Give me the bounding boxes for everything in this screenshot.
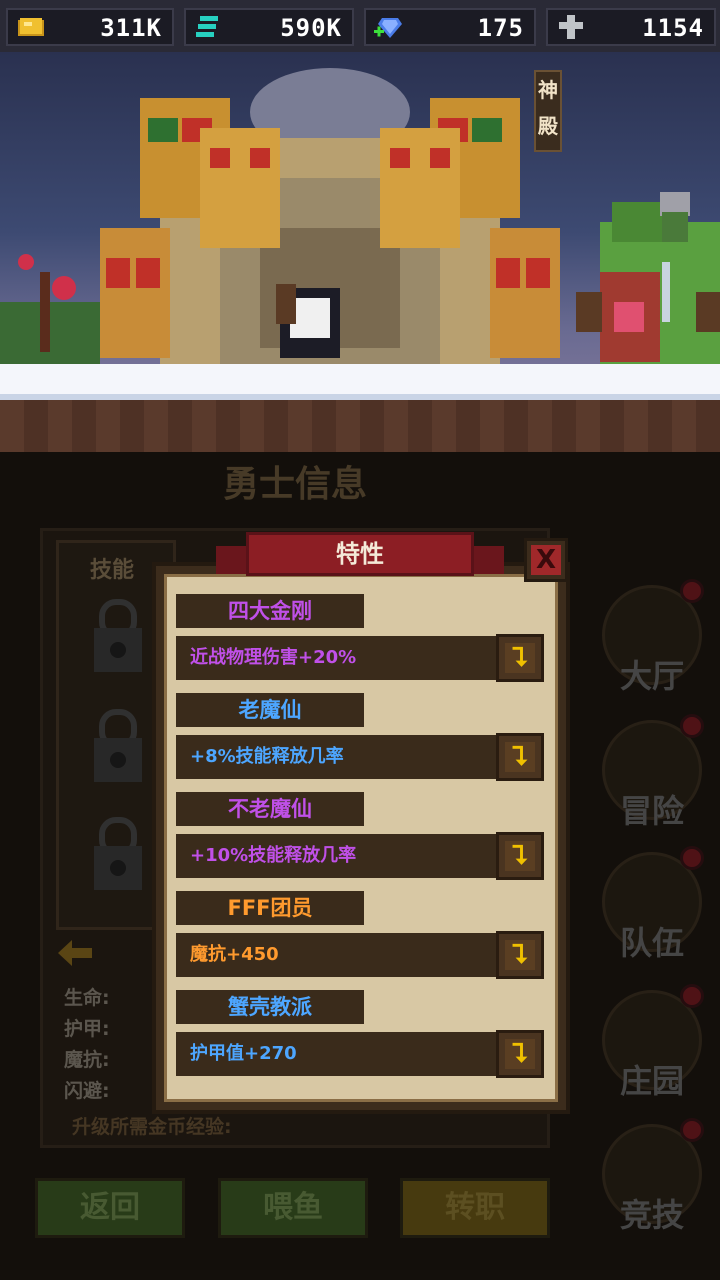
upgrade-icon: ⮧ (505, 841, 535, 871)
trait-description: +10%技能释放几率 (176, 834, 498, 878)
upgrade-icon: ⮧ (505, 643, 535, 673)
close-icon: X (531, 545, 561, 575)
trait-upgrade-button[interactable]: ⮧ (496, 733, 544, 781)
dirt-ground (0, 400, 720, 452)
banner-tail-left (216, 546, 250, 574)
trait-upgrade-button[interactable]: ⮧ (496, 634, 544, 682)
trait-name: 四大金刚 (176, 594, 364, 628)
blue-gem-icon (374, 18, 402, 38)
trait-description: 近战物理伤害+20% (176, 636, 498, 680)
resource-bar: 311K 590K 175 1154 (0, 0, 720, 52)
trait-upgrade-button[interactable]: ⮧ (496, 1030, 544, 1078)
trait-name: FFF团员 (176, 891, 364, 925)
trait-description: 魔抗+450 (176, 933, 498, 977)
cross-icon (559, 15, 583, 39)
close-button[interactable]: X (524, 538, 568, 582)
trait-name: 不老魔仙 (176, 792, 364, 826)
viking-warrior (576, 192, 720, 362)
teal-resource: 590K (184, 8, 354, 46)
gem-value: 175 (477, 14, 524, 42)
trait-description: +8%技能释放几率 (176, 735, 498, 779)
upgrade-icon: ⮧ (505, 742, 535, 772)
teal-currency-icon (196, 16, 218, 37)
temple-building (100, 98, 560, 368)
cross-resource: 1154 (546, 8, 716, 46)
trait-name: 蟹壳教派 (176, 990, 364, 1024)
snow-ground (0, 364, 720, 400)
upgrade-icon: ⮧ (505, 940, 535, 970)
temple-sign[interactable]: 神殿 (534, 70, 562, 152)
temple-scene: 神殿 (0, 52, 720, 452)
trait-upgrade-button[interactable]: ⮧ (496, 931, 544, 979)
banner-tail-right (470, 546, 504, 574)
trait-upgrade-button[interactable]: ⮧ (496, 832, 544, 880)
gold-coin-icon (18, 18, 44, 36)
gold-resource: 311K (6, 8, 174, 46)
gem-resource[interactable]: 175 (364, 8, 536, 46)
trait-name: 老魔仙 (176, 693, 364, 727)
dialog-title: 特性 (246, 532, 474, 576)
teal-value: 590K (280, 14, 342, 42)
trait-description: 护甲值+270 (176, 1032, 498, 1076)
cross-value: 1154 (642, 14, 704, 42)
upgrade-icon: ⮧ (505, 1039, 535, 1069)
gold-value: 311K (100, 14, 162, 42)
